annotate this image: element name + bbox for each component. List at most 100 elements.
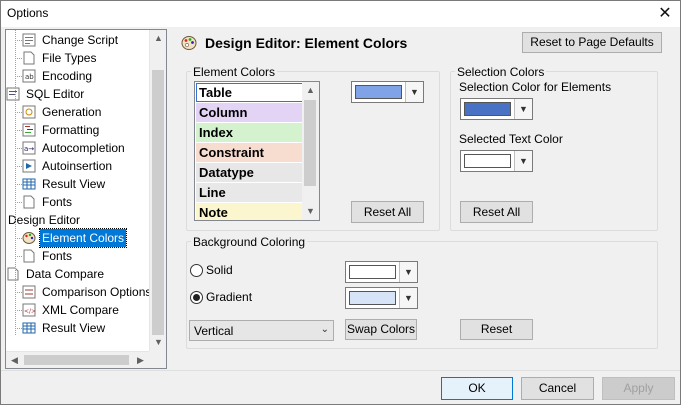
tree-horizontal-scrollbar[interactable]: ◀ ▶ [6, 351, 149, 368]
formatting-icon [22, 123, 36, 137]
tree-item-label: Change Script [42, 33, 119, 47]
ok-button[interactable]: OK [441, 377, 513, 400]
scroll-thumb[interactable] [152, 70, 164, 335]
tree-item-label: Design Editor [8, 213, 81, 227]
element-list-item-note[interactable]: Note [196, 203, 303, 220]
scroll-up-icon[interactable]: ▲ [150, 30, 167, 47]
apply-button[interactable]: Apply [602, 377, 675, 400]
reset-to-page-defaults-button[interactable]: Reset to Page Defaults [522, 32, 662, 53]
element-list-item-constraint[interactable]: Constraint [196, 143, 303, 162]
tree-item-label: Autocompletion [42, 141, 125, 155]
tree-item-label: Fonts [42, 195, 73, 209]
sql-editor-icon [6, 87, 20, 101]
tree-connector [15, 130, 22, 131]
generation-icon [22, 105, 36, 119]
options-dialog: Options ✕ Change Script File Types ab Encod… [0, 0, 681, 405]
tree-item-label: Element Colors [38, 228, 128, 248]
tree-connector [15, 112, 22, 113]
swap-colors-button[interactable]: Swap Colors [345, 319, 417, 340]
element-list-item-datatype[interactable]: Datatype [196, 163, 303, 182]
grid-icon [22, 321, 36, 335]
element-list-item-column[interactable]: Column [196, 103, 303, 122]
selected-text-swatch [464, 154, 511, 168]
tree-item-label: Comparison Options [42, 285, 149, 299]
solid-radio[interactable] [190, 264, 203, 277]
scroll-thumb[interactable] [304, 100, 316, 186]
gradient-radio[interactable] [190, 291, 203, 304]
tree-item-label: Fonts [42, 249, 73, 263]
tree-item-label: Encoding [42, 69, 93, 83]
comparison-icon [22, 285, 36, 299]
scroll-right-icon[interactable]: ▶ [132, 352, 149, 369]
tree-connector [15, 328, 22, 329]
tree-connector [15, 40, 22, 41]
element-list[interactable]: Table Column Index Constraint Datatype Line No… [194, 81, 320, 221]
tree-connector [15, 76, 22, 77]
tree-connector [15, 238, 22, 239]
window-title: Options [7, 6, 49, 20]
selection-colors-reset-all-button[interactable]: Reset All [460, 201, 533, 223]
element-list-scrollbar[interactable]: ▲ ▼ [302, 82, 319, 220]
footer-separator [1, 370, 680, 371]
chevron-down-icon[interactable]: ▼ [514, 151, 532, 171]
selection-elements-label: Selection Color for Elements [459, 80, 612, 94]
tree-content: Change Script File Types ab Encoding SQL Edi… [6, 30, 149, 350]
chevron-down-icon[interactable]: ▼ [399, 288, 417, 308]
chevron-down-icon[interactable]: ▼ [399, 262, 417, 282]
xml-icon: </> [22, 303, 36, 317]
autoinsertion-icon [22, 159, 36, 173]
scroll-up-icon[interactable]: ▲ [302, 82, 319, 99]
autocompletion-icon: a→ [22, 141, 36, 155]
options-tree[interactable]: Change Script File Types ab Encoding SQL Edi… [5, 29, 167, 369]
scroll-down-icon[interactable]: ▼ [302, 203, 319, 220]
scroll-left-icon[interactable]: ◀ [6, 352, 23, 369]
scroll-thumb-horizontal[interactable] [24, 355, 129, 365]
tree-item-label: Autoinsertion [42, 159, 113, 173]
file-icon [22, 51, 36, 65]
tree-connector [15, 58, 22, 59]
grid-icon [22, 177, 36, 191]
background-reset-button[interactable]: Reset [460, 319, 533, 340]
scroll-corner [149, 351, 166, 368]
svg-text:ab: ab [25, 73, 34, 81]
chevron-down-icon[interactable]: ▼ [405, 82, 423, 102]
palette-icon [181, 36, 197, 50]
element-list-item-index[interactable]: Index [196, 123, 303, 142]
tree-connector [15, 310, 22, 311]
selection-elements-swatch [464, 102, 511, 116]
cancel-button[interactable]: Cancel [521, 377, 594, 400]
background-coloring-legend: Background Coloring [191, 235, 308, 249]
chevron-down-icon[interactable]: ▼ [514, 99, 532, 119]
gradient-color-picker[interactable]: ▼ [345, 287, 418, 309]
element-colors-reset-all-button[interactable]: Reset All [351, 201, 424, 223]
close-icon[interactable]: ✕ [654, 3, 676, 25]
element-list-item-line[interactable]: Line [196, 183, 303, 202]
solid-color-swatch [349, 265, 396, 279]
selection-colors-legend: Selection Colors [455, 65, 547, 79]
element-color-picker[interactable]: ▼ [351, 81, 424, 103]
tree-connector [15, 202, 22, 203]
svg-text:</>: </> [24, 308, 36, 315]
gradient-label: Gradient [206, 290, 253, 304]
tree-item-label: SQL Editor [26, 87, 85, 101]
file-icon [22, 249, 36, 263]
palette-icon [22, 231, 36, 245]
tree-item-label: Data Compare [26, 267, 105, 281]
element-colors-legend: Element Colors [191, 65, 278, 79]
tree-vertical-scrollbar[interactable]: ▲ ▼ [149, 30, 166, 351]
svg-text:a→: a→ [24, 145, 34, 153]
tree-connector [15, 292, 22, 293]
selection-elements-color-picker[interactable]: ▼ [460, 98, 533, 120]
solid-label: Solid [206, 263, 233, 277]
selected-text-color-label: Selected Text Color [459, 132, 563, 146]
tree-item-label: XML Compare [42, 303, 119, 317]
file-icon [22, 195, 36, 209]
gradient-direction-select[interactable]: Vertical ⌄ [189, 320, 334, 341]
solid-color-picker[interactable]: ▼ [345, 261, 418, 283]
tree-connector [15, 166, 22, 167]
scroll-down-icon[interactable]: ▼ [150, 334, 167, 351]
tree-connector [15, 256, 22, 257]
selected-text-color-picker[interactable]: ▼ [460, 150, 533, 172]
element-list-item-table[interactable]: Table [196, 83, 303, 102]
file-icon [6, 267, 20, 281]
